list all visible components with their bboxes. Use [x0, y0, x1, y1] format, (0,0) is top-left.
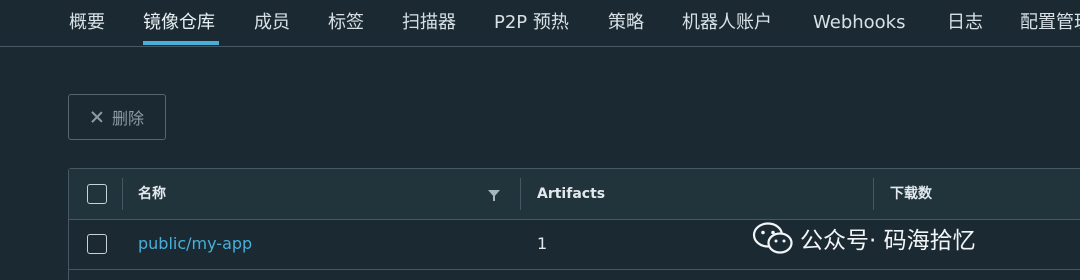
tab-labels[interactable]: 标签	[328, 0, 364, 46]
tab-webhooks[interactable]: Webhooks	[813, 0, 905, 46]
column-header-name[interactable]: 名称	[138, 169, 166, 219]
tab-robot-accounts[interactable]: 机器人账户	[682, 0, 772, 46]
wechat-icon	[752, 222, 793, 254]
column-header-downloads[interactable]: 下载数	[890, 169, 932, 219]
project-detail-page: 概要 镜像仓库 成员 标签 扫描器 P2P 预热 策略 机器人账户 Webhoo…	[0, 0, 1080, 280]
row-checkbox[interactable]	[87, 234, 107, 254]
watermark-text: 公众号· 码海拾忆	[800, 228, 976, 254]
active-tab-indicator	[143, 41, 219, 45]
watermark: 公众号· 码海拾忆	[752, 218, 976, 258]
tab-configuration[interactable]: 配置管理	[1020, 0, 1080, 46]
artifacts-count: 1	[537, 234, 548, 253]
column-header-artifacts[interactable]: Artifacts	[537, 169, 605, 219]
filter-icon[interactable]	[488, 190, 500, 201]
delete-button-label: 删除	[111, 109, 144, 128]
tab-policy[interactable]: 策略	[608, 0, 644, 46]
delete-button[interactable]: 删除	[68, 94, 166, 140]
tab-scanner[interactable]: 扫描器	[402, 0, 456, 46]
close-icon	[90, 110, 104, 124]
column-separator	[520, 178, 521, 210]
table-row	[69, 270, 1080, 280]
tab-repositories[interactable]: 镜像仓库	[143, 0, 215, 46]
column-separator	[122, 178, 123, 210]
tab-members[interactable]: 成员	[254, 0, 290, 46]
tab-p2p-preheat[interactable]: P2P 预热	[494, 0, 569, 46]
tab-summary[interactable]: 概要	[69, 0, 105, 46]
repository-name-link[interactable]: public/my-app	[138, 219, 252, 269]
tab-logs[interactable]: 日志	[947, 0, 983, 46]
column-separator	[873, 178, 874, 210]
project-tabs: 概要 镜像仓库 成员 标签 扫描器 P2P 预热 策略 机器人账户 Webhoo…	[0, 0, 1080, 47]
select-all-checkbox[interactable]	[87, 184, 107, 204]
table-header: 名称 Artifacts 下载数	[69, 169, 1080, 220]
